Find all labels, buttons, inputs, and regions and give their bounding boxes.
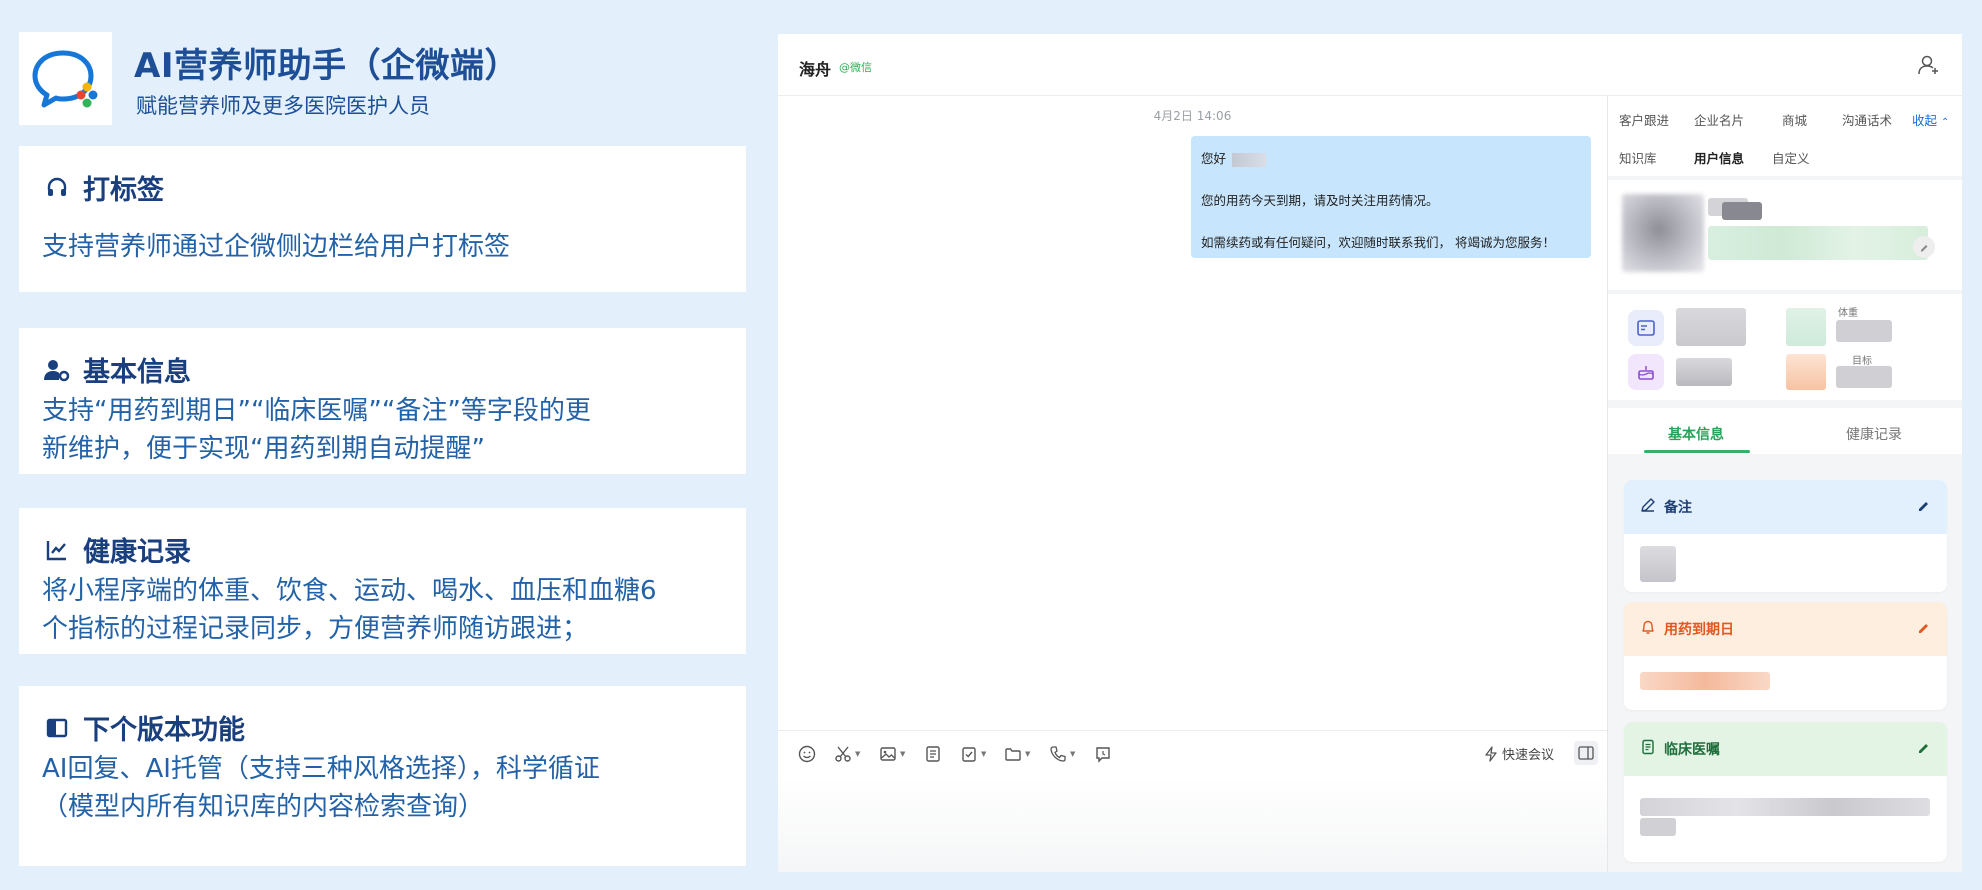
- message-timestamp: 4月2日 14:06: [1153, 109, 1232, 123]
- edit-icon[interactable]: [1917, 499, 1931, 517]
- feature-desc: 将小程序端的体重、饮食、运动、喝水、血压和血糖6 个指标的过程记录同步，方便营养…: [42, 572, 740, 648]
- feature-desc-line: （模型内所有知识库的内容检索查询）: [42, 792, 485, 822]
- app-logo: [19, 32, 112, 125]
- tab-basic-info[interactable]: 基本信息: [1668, 424, 1724, 444]
- pencil-icon: [1640, 497, 1656, 517]
- redacted-value: [1836, 320, 1892, 342]
- feature-desc-line: 支持“用药到期日”“临床医嘱”“备注”等字段的更: [42, 396, 591, 426]
- redacted-name: [1722, 202, 1762, 220]
- bell-icon: [1640, 619, 1656, 639]
- feature-desc: AI回复、AI托管（支持三种风格选择），科学循证 （模型内所有知识库的内容检索查…: [42, 750, 740, 826]
- user-settings-icon: [43, 356, 71, 384]
- feature-desc-line: 将小程序端的体重、饮食、运动、喝水、血压和血糖6: [42, 576, 657, 606]
- document-icon[interactable]: [924, 745, 942, 763]
- screenshot-icon[interactable]: ▼: [834, 745, 860, 763]
- message-list: 4月2日 14:06 您好 您的用药今天到期，请及时关注用药情况。 如需续药或有…: [778, 96, 1607, 734]
- tab-business-card[interactable]: 企业名片: [1694, 110, 1744, 129]
- message-line: 您的用药今天到期，请及时关注用药情况。: [1201, 193, 1439, 208]
- feature-title: 下个版本功能: [83, 715, 245, 746]
- image-icon[interactable]: ▼: [879, 745, 905, 763]
- emoji-icon[interactable]: [798, 745, 816, 763]
- redacted-tags: [1708, 226, 1928, 260]
- customer-stats: 体重 目标: [1608, 294, 1962, 400]
- add-member-icon[interactable]: [1918, 54, 1940, 80]
- chevron-up-icon: ⌃: [1941, 117, 1950, 128]
- message-line: 如需续药或有任何疑问，欢迎随时联系我们， 将竭诚为您服务！: [1201, 235, 1555, 250]
- tab-health-record[interactable]: 健康记录: [1846, 424, 1902, 444]
- feature-title: 基本信息: [83, 357, 191, 388]
- line-chart-icon: [43, 536, 71, 564]
- redacted-value: [1676, 358, 1732, 386]
- sidebar-toggle-icon[interactable]: [1574, 741, 1598, 765]
- feature-title: 打标签: [83, 175, 164, 206]
- collapse-button[interactable]: 收起 ⌃: [1912, 110, 1949, 129]
- crm-tabbar: 客户跟进 企业名片 商城 沟通话术 收起 ⌃ 知识库 用户信息 自定义: [1608, 96, 1962, 176]
- section-title: 备注: [1664, 500, 1692, 516]
- feature-card-next-version: 下个版本功能 AI回复、AI托管（支持三种风格选择），科学循证 （模型内所有知识…: [19, 686, 746, 866]
- page-title: AI营养师助手（企微端）: [134, 46, 519, 86]
- wecom-chat-window: 海舟 @微信 4月2日 14:06 您好 您的用药今天到期，请及时关注用药情况。…: [778, 34, 1962, 872]
- redacted-value: [1786, 354, 1826, 390]
- feature-desc-line: 新维护，便于实现“用药到期自动提醒”: [42, 434, 485, 464]
- contact-name[interactable]: 海舟: [799, 56, 831, 80]
- stat-label-target: 目标: [1852, 356, 1872, 367]
- active-tab-indicator: [1644, 450, 1750, 453]
- cake-icon: [1628, 354, 1664, 390]
- chat-header: 海舟 @微信: [778, 34, 1962, 96]
- tab-knowledge-base[interactable]: 知识库: [1619, 148, 1657, 167]
- lightning-icon: [1485, 745, 1497, 762]
- message-reminder-icon[interactable]: [1094, 745, 1112, 763]
- quick-meeting-button[interactable]: 快速会议: [1484, 744, 1554, 763]
- edit-icon[interactable]: [1917, 741, 1931, 759]
- task-icon[interactable]: ▼: [960, 745, 986, 763]
- tab-customer-followup[interactable]: 客户跟进: [1619, 110, 1669, 129]
- crm-sidebar: 客户跟进 企业名片 商城 沟通话术 收起 ⌃ 知识库 用户信息 自定义 体重 目…: [1607, 96, 1962, 872]
- redacted-value: [1836, 366, 1892, 388]
- phone-icon[interactable]: ▼: [1049, 745, 1075, 763]
- composer-toolbar: ▼ ▼ ▼ ▼ ▼ 快速会议: [778, 730, 1607, 776]
- customer-profile: [1608, 180, 1962, 290]
- section-header: 用药到期日: [1624, 602, 1947, 656]
- section-remark: 备注: [1624, 480, 1947, 592]
- section-medication-expiry: 用药到期日: [1624, 602, 1947, 710]
- section-title: 临床医嘱: [1664, 742, 1720, 758]
- message-bubble[interactable]: 您好 您的用药今天到期，请及时关注用药情况。 如需续药或有任何疑问，欢迎随时联系…: [1191, 136, 1591, 258]
- document-icon: [1640, 739, 1656, 759]
- feature-card-basic-info: 基本信息 支持“用药到期日”“临床医嘱”“备注”等字段的更 新维护，便于实现“用…: [19, 328, 746, 474]
- message-input[interactable]: [778, 776, 1607, 872]
- headset-icon: [43, 174, 71, 202]
- feature-desc: 支持营养师通过企微侧边栏给用户打标签: [42, 232, 511, 262]
- info-tabbar: 基本信息 健康记录: [1608, 408, 1962, 454]
- section-title: 用药到期日: [1664, 622, 1734, 638]
- edit-icon[interactable]: [1917, 621, 1931, 639]
- feature-title: 健康记录: [83, 537, 191, 568]
- tab-scripts[interactable]: 沟通话术: [1842, 110, 1892, 129]
- redacted-name: [1232, 152, 1267, 167]
- tab-user-info[interactable]: 用户信息: [1694, 148, 1744, 167]
- section-clinical-orders: 临床医嘱: [1624, 722, 1947, 862]
- folder-icon[interactable]: ▼: [1004, 745, 1030, 763]
- page-subtitle: 赋能营养师及更多医院医护人员: [136, 94, 430, 118]
- tab-mall[interactable]: 商城: [1782, 110, 1807, 129]
- feature-desc-line: 个指标的过程记录同步，方便营养师随访跟进；: [42, 614, 589, 644]
- chat-bubble-icon: [32, 50, 97, 107]
- section-header: 备注: [1624, 480, 1947, 534]
- redacted-value: [1786, 308, 1826, 346]
- id-card-icon: [1628, 310, 1664, 346]
- edit-profile-icon[interactable]: [1913, 236, 1935, 258]
- book-icon: [43, 714, 71, 742]
- message-greeting: 您好: [1201, 148, 1581, 169]
- feature-card-health-record: 健康记录 将小程序端的体重、饮食、运动、喝水、血压和血糖6 个指标的过程记录同步…: [19, 508, 746, 654]
- redacted-value: [1676, 308, 1746, 346]
- feature-desc-line: AI回复、AI托管（支持三种风格选择），科学循证: [42, 754, 600, 784]
- avatar: [1622, 194, 1704, 272]
- contact-tag: @微信: [839, 61, 872, 74]
- section-header: 临床医嘱: [1624, 722, 1947, 776]
- stat-label-weight: 体重: [1838, 308, 1858, 319]
- feature-card-tagging: 打标签 支持营养师通过企微侧边栏给用户打标签: [19, 146, 746, 292]
- tab-custom[interactable]: 自定义: [1772, 148, 1810, 167]
- feature-desc: 支持“用药到期日”“临床医嘱”“备注”等字段的更 新维护，便于实现“用药到期自动…: [42, 392, 740, 468]
